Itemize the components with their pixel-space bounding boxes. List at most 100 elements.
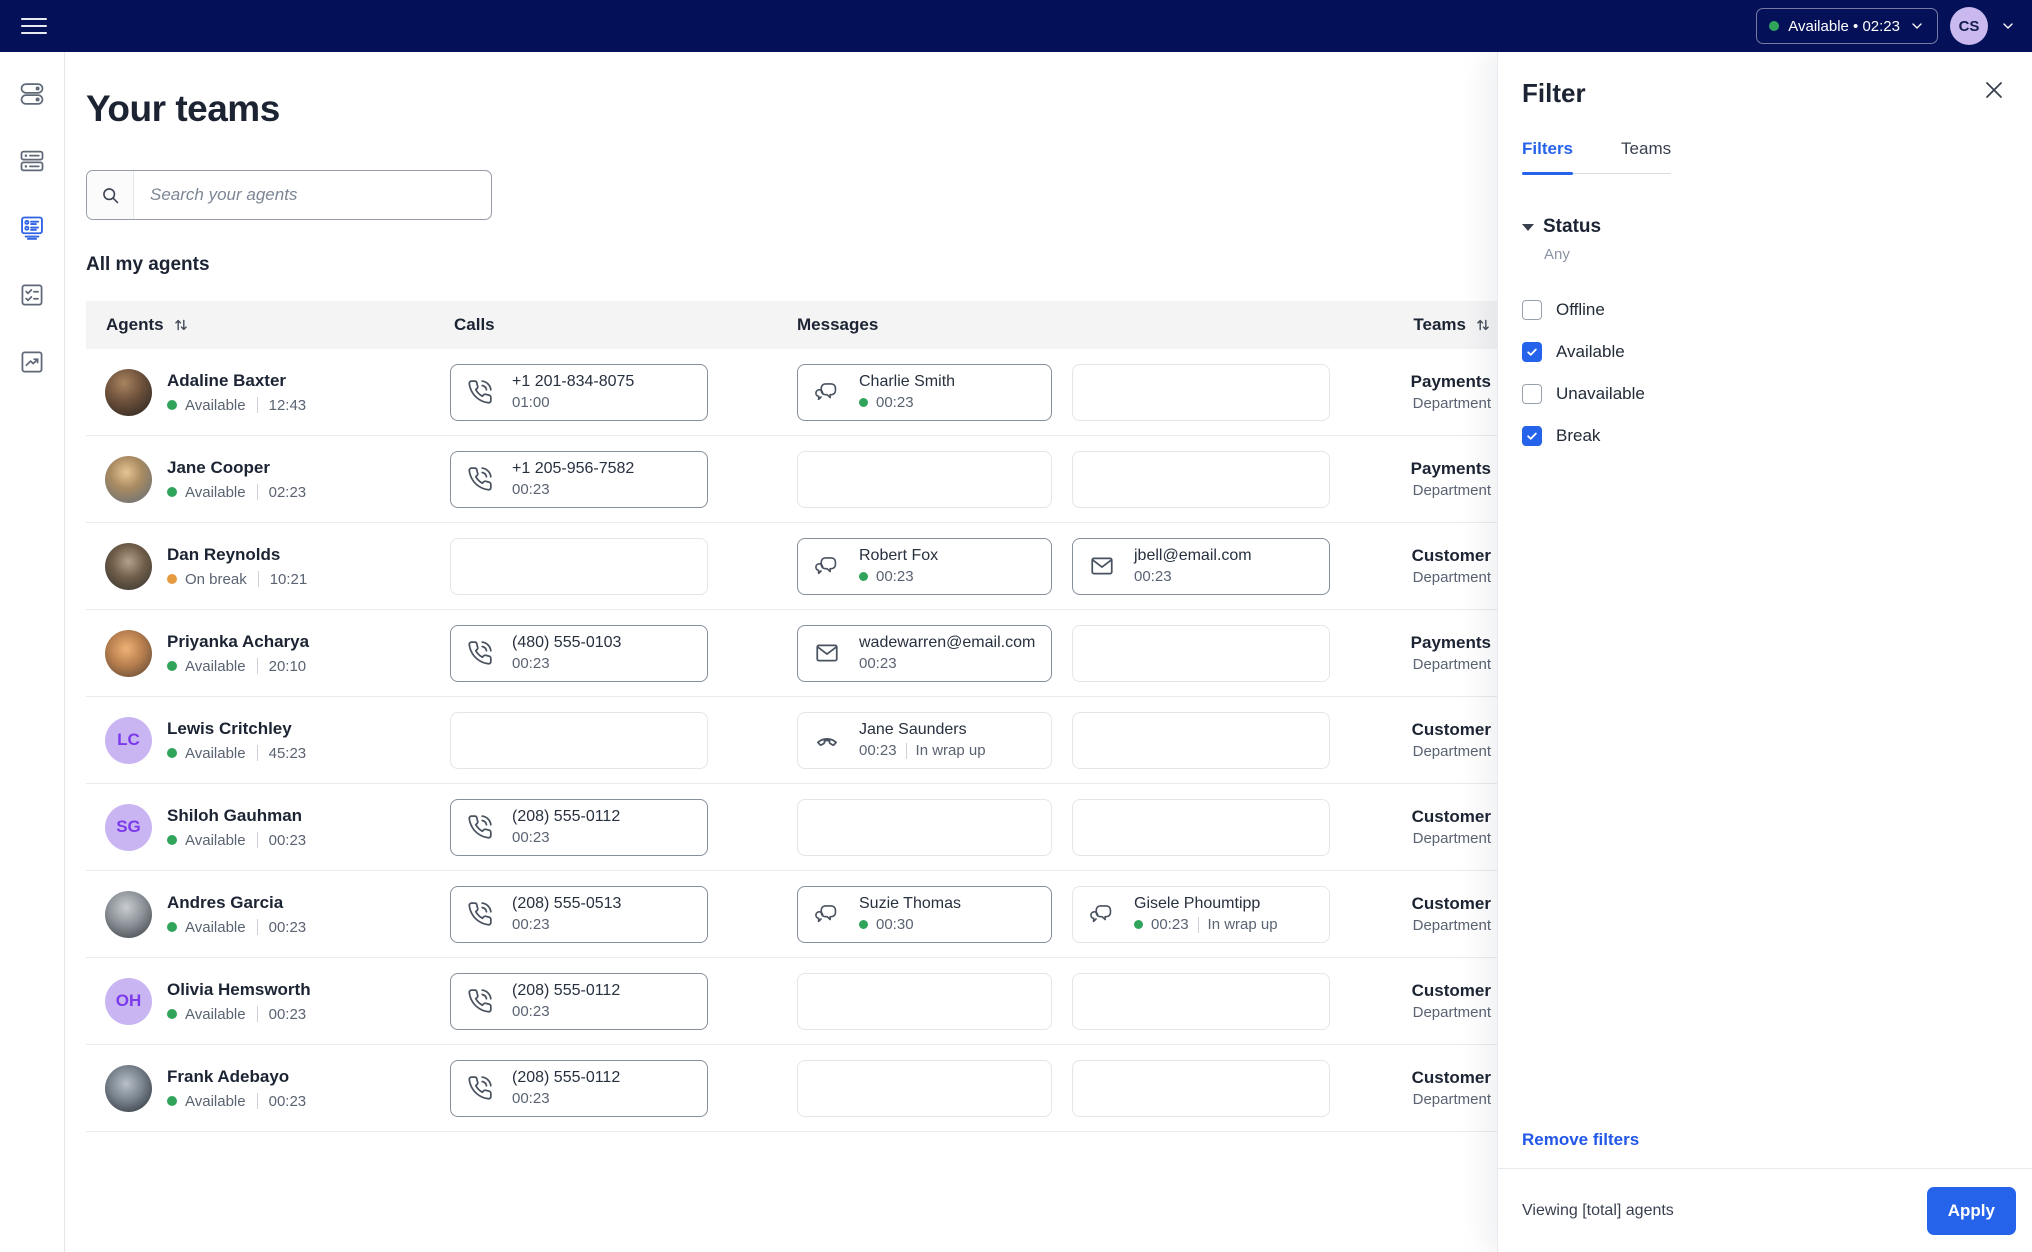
card-subtitle: 00:23 xyxy=(512,1090,620,1107)
agent-status-dropdown[interactable]: Available • 02:23 xyxy=(1756,8,1938,44)
checkbox[interactable] xyxy=(1522,300,1542,320)
empty-card[interactable] xyxy=(1072,973,1330,1030)
table-row[interactable]: LCLewis CritchleyAvailable45:23Jane Saun… xyxy=(86,697,1497,784)
chat-card[interactable]: Gisele Phoumtipp00:23In wrap up xyxy=(1072,886,1330,943)
checkbox[interactable] xyxy=(1522,384,1542,404)
chat-card[interactable]: Robert Fox00:23 xyxy=(797,538,1052,595)
agent-name: Dan Reynolds xyxy=(167,545,307,565)
empty-card[interactable] xyxy=(797,1060,1052,1117)
table-row[interactable]: OHOlivia HemsworthAvailable00:23(208) 55… xyxy=(86,958,1497,1045)
column-header-teams[interactable]: Teams xyxy=(1330,315,1497,335)
empty-card[interactable] xyxy=(1072,451,1330,508)
phone-card[interactable]: +1 201-834-807501:00 xyxy=(450,364,708,421)
phone-icon xyxy=(467,379,493,405)
sidebar-item-agents-roster[interactable] xyxy=(12,210,52,250)
empty-card[interactable] xyxy=(1072,625,1330,682)
agent-cell: Priyanka AcharyaAvailable20:10 xyxy=(86,630,450,677)
table-row[interactable]: Dan ReynoldsOn break10:21Robert Fox00:23… xyxy=(86,523,1497,610)
empty-card[interactable] xyxy=(450,712,708,769)
apply-button[interactable]: Apply xyxy=(1927,1187,2016,1235)
phone-card[interactable]: (480) 555-0103 00:23 xyxy=(450,625,708,682)
table-row[interactable]: SGShiloh GauhmanAvailable00:23(208) 555-… xyxy=(86,784,1497,871)
card-subtitle: 00:30 xyxy=(859,916,961,933)
filter-tabs: Filters Teams xyxy=(1522,139,1671,174)
status-option-break[interactable]: Break xyxy=(1522,415,2008,457)
status-option-offline[interactable]: Offline xyxy=(1522,289,2008,331)
empty-card[interactable] xyxy=(797,451,1052,508)
column-header-agents[interactable]: Agents xyxy=(86,315,450,335)
email-card[interactable]: jbell@email.com00:23 xyxy=(1072,538,1330,595)
table-row[interactable]: Priyanka AcharyaAvailable20:10(480) 555-… xyxy=(86,610,1497,697)
user-avatar[interactable]: CS xyxy=(1950,7,1988,45)
agent-status: Available45:23 xyxy=(167,745,306,762)
messages-cell: Jane Saunders00:23In wrap up xyxy=(797,712,1330,769)
checkbox[interactable] xyxy=(1522,426,1542,446)
card-title: Robert Fox xyxy=(859,547,938,565)
card-time: 00:23 xyxy=(512,655,550,672)
sidebar-item-reports-chart[interactable] xyxy=(12,344,52,384)
card-text: jbell@email.com00:23 xyxy=(1134,547,1252,585)
email-icon xyxy=(814,640,840,666)
card-time: 00:23 xyxy=(859,742,897,759)
phone-card[interactable]: (208) 555-011200:23 xyxy=(450,799,708,856)
empty-card[interactable] xyxy=(1072,799,1330,856)
empty-card[interactable] xyxy=(797,973,1052,1030)
email-card[interactable]: wadewarren@email.com00:23 xyxy=(797,625,1052,682)
card-time: 00:23 xyxy=(1151,916,1189,933)
status-section-toggle[interactable]: Status xyxy=(1522,216,2008,238)
table-row[interactable]: Adaline BaxterAvailable12:43 +1 201-834-8… xyxy=(86,349,1497,436)
sidebar-item-routing-toggles[interactable] xyxy=(12,76,52,116)
agent-status: Available00:23 xyxy=(167,919,306,936)
table-header: Agents Calls Messages Teams xyxy=(86,301,1497,349)
divider xyxy=(1198,917,1199,933)
tab-teams[interactable]: Teams xyxy=(1621,139,1671,173)
phone-card[interactable]: (208) 555-011200:23 xyxy=(450,973,708,1030)
empty-card[interactable] xyxy=(1072,364,1330,421)
messages-cell: Charlie Smith00:23 xyxy=(797,364,1330,421)
sidebar-item-tasks-checklist[interactable] xyxy=(12,277,52,317)
sidebar-item-queues[interactable] xyxy=(12,143,52,183)
team-department: Department xyxy=(1330,656,1491,673)
table-row[interactable]: Andres GarciaAvailable00:23(208) 555-051… xyxy=(86,871,1497,958)
status-dot xyxy=(167,1009,177,1019)
table-row[interactable]: Frank AdebayoAvailable00:23(208) 555-011… xyxy=(86,1045,1497,1132)
team-cell: CustomerDepartment xyxy=(1330,894,1497,934)
card-title: (480) 555-0103 xyxy=(512,634,621,652)
phone-card[interactable]: (208) 555-051300:23 xyxy=(450,886,708,943)
phone-icon xyxy=(467,814,493,840)
column-label: Calls xyxy=(454,315,495,335)
phone-card[interactable]: +1 205-956-758200:23 xyxy=(450,451,708,508)
sort-icon xyxy=(173,317,189,333)
wrapup-card[interactable]: Jane Saunders00:23In wrap up xyxy=(797,712,1052,769)
card-extra: In wrap up xyxy=(916,742,986,759)
remove-filters-link[interactable]: Remove filters xyxy=(1522,1130,1639,1150)
chat-card[interactable]: Suzie Thomas00:30 xyxy=(797,886,1052,943)
empty-card[interactable] xyxy=(1072,712,1330,769)
search-input[interactable] xyxy=(134,171,491,219)
calls-cell: (480) 555-0103 00:23 xyxy=(450,625,797,682)
team-name: Customer xyxy=(1330,720,1491,740)
app-shell: Your teams All my agents Agents Calls Me… xyxy=(0,52,2032,1252)
agent-name: Priyanka Acharya xyxy=(167,632,309,652)
status-option-unavailable[interactable]: Unavailable xyxy=(1522,373,2008,415)
empty-card[interactable] xyxy=(450,538,708,595)
team-cell: PaymentsDepartment xyxy=(1330,633,1497,673)
empty-card[interactable] xyxy=(797,799,1052,856)
status-dot xyxy=(167,661,177,671)
calls-cell: (208) 555-051300:23 xyxy=(450,886,797,943)
tab-filters[interactable]: Filters xyxy=(1522,139,1573,173)
card-subtitle: 00:23 xyxy=(512,829,620,846)
card-text: wadewarren@email.com00:23 xyxy=(859,634,1035,672)
phone-card[interactable]: (208) 555-011200:23 xyxy=(450,1060,708,1117)
agent-info: Adaline BaxterAvailable12:43 xyxy=(167,371,306,414)
chat-card[interactable]: Charlie Smith00:23 xyxy=(797,364,1052,421)
filter-panel-footer: Viewing [total] agents Apply xyxy=(1498,1168,2032,1252)
hamburger-menu-icon[interactable] xyxy=(21,18,47,35)
status-option-available[interactable]: Available xyxy=(1522,331,2008,373)
empty-card[interactable] xyxy=(1072,1060,1330,1117)
close-icon[interactable] xyxy=(1982,78,2006,102)
table-row[interactable]: Jane CooperAvailable02:23+1 205-956-7582… xyxy=(86,436,1497,523)
phone-icon xyxy=(467,901,493,927)
chevron-down-icon[interactable] xyxy=(2000,18,2016,34)
checkbox[interactable] xyxy=(1522,342,1542,362)
